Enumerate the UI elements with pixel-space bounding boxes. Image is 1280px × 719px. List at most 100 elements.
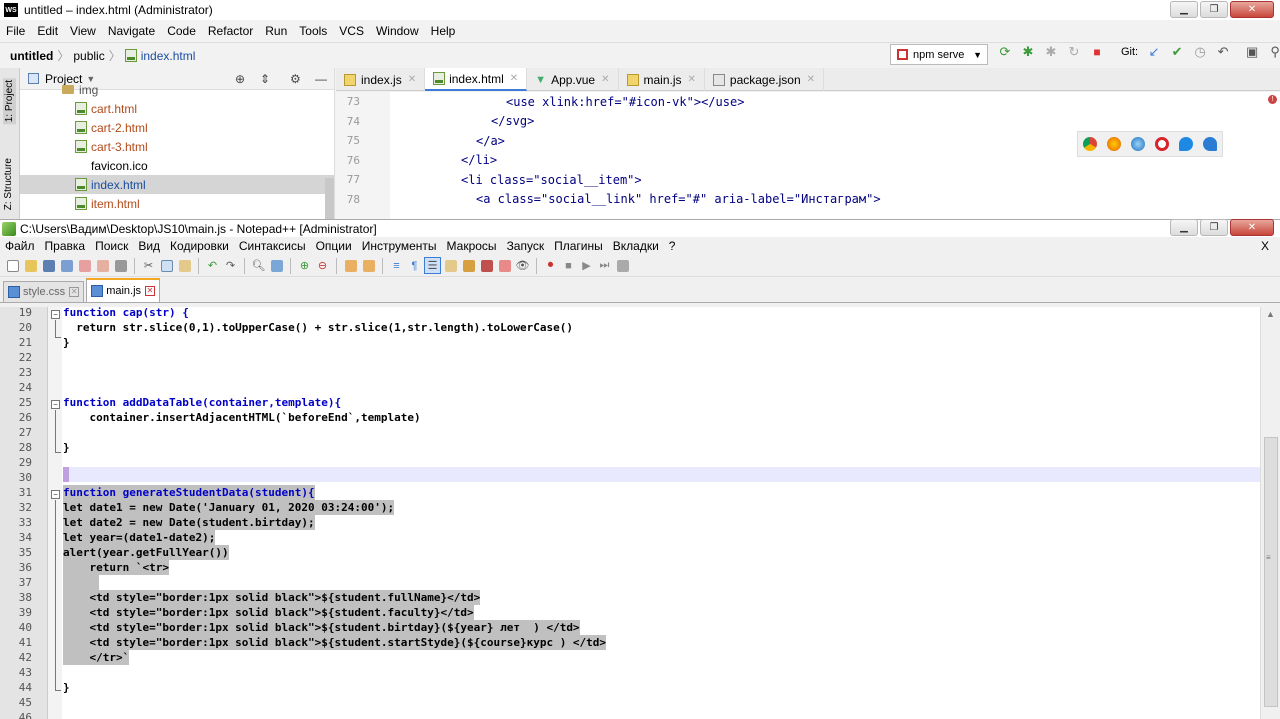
record-macro-icon[interactable]: ⏺	[542, 257, 559, 274]
git-commit-icon[interactable]: ✔	[1170, 45, 1184, 59]
new-file-icon[interactable]	[4, 257, 21, 274]
tab-style-css[interactable]: style.css ✕	[3, 281, 85, 302]
redo-icon[interactable]: ↷	[222, 257, 239, 274]
menu-file[interactable]: File	[0, 24, 31, 38]
print-icon[interactable]	[112, 257, 129, 274]
menu-plugins[interactable]: Плагины	[549, 239, 608, 253]
menu-macro[interactable]: Макросы	[442, 239, 502, 253]
save-icon[interactable]	[40, 257, 57, 274]
menu-edit[interactable]: Edit	[31, 24, 64, 38]
menu-help[interactable]: ?	[664, 239, 681, 253]
menu-encoding[interactable]: Кодировки	[165, 239, 234, 253]
tree-item-index[interactable]: index.html	[20, 175, 334, 194]
close-button[interactable]: ✕	[1230, 219, 1274, 236]
profile-icon[interactable]: ↻	[1067, 45, 1081, 59]
run-config-select[interactable]: npm serve ▼	[890, 44, 988, 65]
menu-view[interactable]: Вид	[133, 239, 165, 253]
maximize-button[interactable]: ❐	[1200, 219, 1228, 236]
undo-icon[interactable]: ↶	[204, 257, 221, 274]
menu-refactor[interactable]: Refactor	[202, 24, 259, 38]
tab-main-js[interactable]: main.js ✕	[619, 68, 705, 91]
save-all-icon[interactable]	[58, 257, 75, 274]
find-icon[interactable]: 🔍︎	[250, 257, 267, 274]
tab-app-vue[interactable]: ▼ App.vue ✕	[527, 68, 619, 91]
close-icon[interactable]: ✕	[688, 74, 696, 85]
vertical-scrollbar[interactable]: ▲ ≡	[1260, 307, 1280, 719]
tree-item-favicon[interactable]: favicon.ico	[20, 156, 334, 175]
maximize-button[interactable]: ❐	[1200, 1, 1228, 18]
open-file-icon[interactable]	[22, 257, 39, 274]
tab-index-html[interactable]: index.html ✕	[425, 68, 528, 91]
sync-vertical-icon[interactable]	[342, 257, 359, 274]
replace-icon[interactable]	[268, 257, 285, 274]
tree-item-item[interactable]: item.html	[20, 194, 334, 213]
ie-icon[interactable]	[1179, 137, 1193, 151]
tree-item-img[interactable]: img	[20, 80, 334, 99]
tree-item-cart-2[interactable]: cart-2.html	[20, 118, 334, 137]
sync-horizontal-icon[interactable]	[360, 257, 377, 274]
minimize-button[interactable]: ▁	[1170, 219, 1198, 236]
word-wrap-icon[interactable]: ≡	[388, 257, 405, 274]
menu-run[interactable]: Запуск	[502, 239, 550, 253]
zoom-out-icon[interactable]: ⊖	[314, 257, 331, 274]
search-everywhere-icon[interactable]: ⚲	[1268, 45, 1280, 59]
git-update-icon[interactable]: ↙	[1147, 45, 1161, 59]
structure-tool-tab[interactable]: Z: Structure	[3, 158, 14, 210]
git-revert-icon[interactable]: ↶	[1216, 45, 1230, 59]
cut-icon[interactable]: ✂	[140, 257, 157, 274]
paste-icon[interactable]	[176, 257, 193, 274]
rerun-icon[interactable]: ⟳	[998, 45, 1012, 59]
menu-vcs[interactable]: VCS	[333, 24, 370, 38]
udl-icon[interactable]	[442, 257, 459, 274]
error-indicator-icon[interactable]: !	[1268, 95, 1277, 104]
close-button[interactable]: ✕	[1230, 1, 1274, 18]
menu-window[interactable]: Вкладки	[608, 239, 664, 253]
stop-macro-icon[interactable]: ■	[560, 257, 577, 274]
breadcrumb-file[interactable]: index.html	[141, 49, 196, 63]
close-icon[interactable]: ✕	[510, 73, 518, 84]
terminal-icon[interactable]: ▣	[1245, 45, 1259, 59]
close-all-icon[interactable]	[94, 257, 111, 274]
menu-view[interactable]: View	[64, 24, 102, 38]
save-macro-icon[interactable]	[614, 257, 631, 274]
close-icon[interactable]: ✕	[807, 74, 815, 85]
minimize-button[interactable]: ▁	[1170, 1, 1198, 18]
menu-help[interactable]: Help	[425, 24, 462, 38]
doc-map-icon[interactable]	[460, 257, 477, 274]
menu-tools[interactable]: Tools	[293, 24, 333, 38]
tab-package-json[interactable]: package.json ✕	[705, 68, 825, 91]
menu-code[interactable]: Code	[161, 24, 202, 38]
function-list-icon[interactable]	[478, 257, 495, 274]
copy-icon[interactable]	[158, 257, 175, 274]
menu-file[interactable]: Файл	[0, 239, 40, 253]
firefox-icon[interactable]	[1107, 137, 1121, 151]
play-macro-icon[interactable]: ▶	[578, 257, 595, 274]
menu-tools[interactable]: Инструменты	[357, 239, 442, 253]
tab-index-js[interactable]: index.js ✕	[336, 68, 426, 91]
close-document-button[interactable]: X	[1256, 239, 1274, 253]
breadcrumb-folder[interactable]: public	[73, 49, 104, 63]
monitoring-icon[interactable]: 👁︎	[514, 257, 531, 274]
close-file-icon[interactable]	[76, 257, 93, 274]
zoom-in-icon[interactable]: ⊕	[296, 257, 313, 274]
notepadpp-code-editor[interactable]: − − − 19 function cap(str) { 20 return st…	[0, 306, 1260, 719]
tab-main-js[interactable]: main.js ✕	[86, 278, 161, 302]
edge-icon[interactable]	[1203, 137, 1217, 151]
menu-edit[interactable]: Правка	[40, 239, 91, 253]
tree-item-cart[interactable]: cart.html	[20, 99, 334, 118]
tree-item-cart-3[interactable]: cart-3.html	[20, 137, 334, 156]
close-icon[interactable]: ✕	[145, 286, 156, 296]
stop-icon[interactable]: ■	[1090, 45, 1104, 59]
menu-navigate[interactable]: Navigate	[102, 24, 161, 38]
breadcrumb-project[interactable]: untitled	[10, 49, 53, 63]
scroll-up-icon[interactable]: ▲	[1266, 309, 1275, 319]
git-history-icon[interactable]: ◷	[1193, 45, 1207, 59]
debug-icon[interactable]: ✱	[1021, 45, 1035, 59]
menu-run[interactable]: Run	[259, 24, 293, 38]
project-scrollbar[interactable]	[325, 178, 334, 219]
show-all-chars-icon[interactable]: ¶	[406, 257, 423, 274]
menu-window[interactable]: Window	[370, 24, 425, 38]
opera-icon[interactable]	[1155, 137, 1169, 151]
chrome-icon[interactable]	[1083, 137, 1097, 151]
project-tool-tab[interactable]: 1: Project	[3, 78, 16, 125]
